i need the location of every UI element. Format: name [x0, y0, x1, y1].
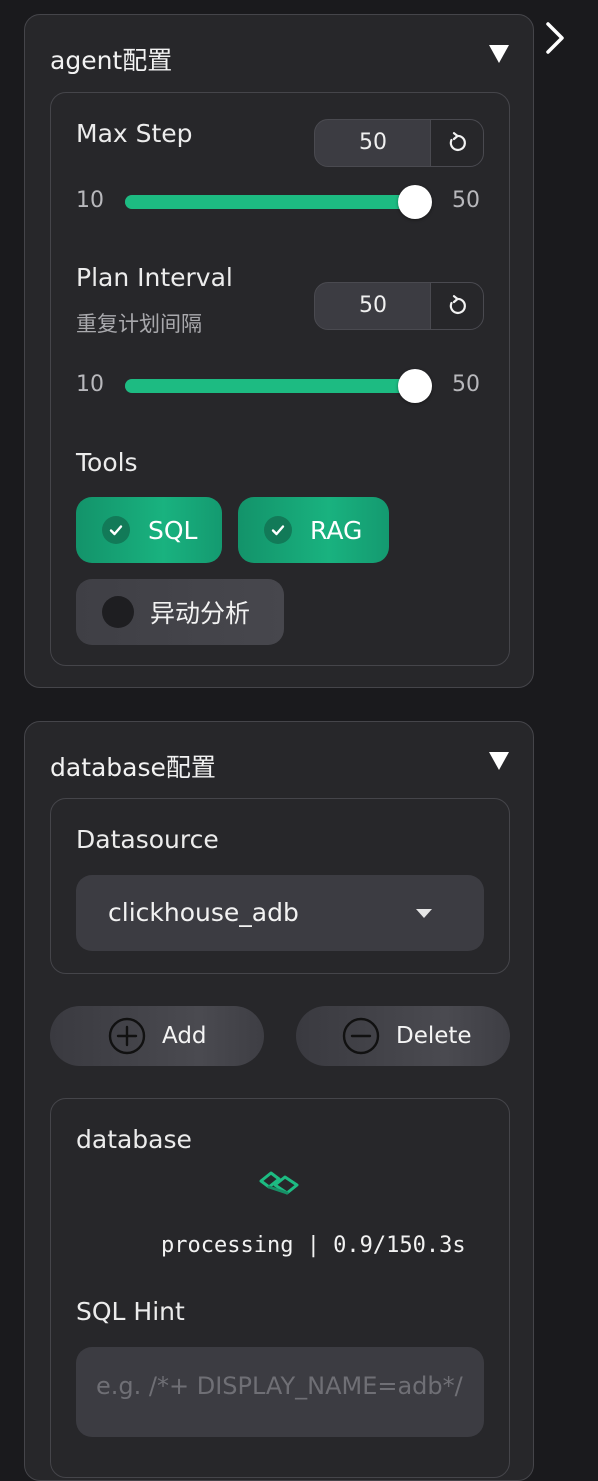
- add-button[interactable]: Add: [50, 1006, 264, 1066]
- plan-interval-label: Plan Interval: [76, 263, 233, 292]
- agent-settings-card: Max Step 50 10 50 Plan Interval 重复计划间隔 5…: [50, 92, 510, 666]
- plan-interval-sublabel: 重复计划间隔: [76, 312, 202, 336]
- database-section-card: database processing | 0.9/150.3s SQL Hin…: [50, 1098, 510, 1478]
- plan-interval-max-label: 50: [452, 372, 480, 397]
- plan-interval-reset-button[interactable]: [430, 283, 483, 329]
- collapse-toggle[interactable]: [540, 18, 574, 58]
- add-button-label: Add: [162, 1023, 207, 1049]
- max-step-label: Max Step: [76, 119, 193, 148]
- datasource-card: Datasource clickhouse_adb: [50, 798, 510, 974]
- collapse-caret-icon[interactable]: [489, 752, 509, 770]
- tool-chip-label: 异动分析: [150, 599, 251, 628]
- datasource-label: Datasource: [76, 825, 219, 854]
- sql-hint-placeholder: e.g. /*+ DISPLAY_NAME=adb*/: [96, 1372, 463, 1400]
- plan-interval-value[interactable]: 50: [315, 283, 431, 329]
- tools-label: Tools: [76, 448, 138, 477]
- max-step-max-label: 50: [452, 188, 480, 213]
- chevron-right-icon: [546, 22, 564, 54]
- delete-button-label: Delete: [396, 1023, 472, 1049]
- reset-icon: [449, 295, 466, 314]
- reset-icon: [449, 132, 466, 151]
- max-step-slider-thumb[interactable]: [398, 185, 432, 219]
- processing-status: processing | 0.9/150.3s: [161, 1233, 466, 1258]
- plan-interval-slider-fill: [125, 379, 415, 393]
- agent-config-title: agent配置: [50, 46, 173, 75]
- collapse-caret-icon[interactable]: [489, 45, 509, 63]
- check-icon: [264, 516, 292, 544]
- max-step-min-label: 10: [76, 188, 104, 213]
- plan-interval-slider-thumb[interactable]: [398, 369, 432, 403]
- sql-hint-input[interactable]: e.g. /*+ DISPLAY_NAME=adb*/: [76, 1347, 484, 1437]
- datasource-select[interactable]: clickhouse_adb: [76, 875, 484, 951]
- loading-spinner-icon: [257, 1171, 301, 1201]
- delete-button[interactable]: Delete: [296, 1006, 510, 1066]
- tool-chip-anomaly-analysis[interactable]: 异动分析: [76, 579, 284, 645]
- max-step-number-input[interactable]: 50: [314, 119, 484, 167]
- max-step-reset-button[interactable]: [430, 120, 483, 166]
- max-step-slider[interactable]: [125, 185, 432, 219]
- tool-chip-label: RAG: [310, 515, 363, 545]
- sql-hint-label: SQL Hint: [76, 1297, 185, 1326]
- plan-interval-min-label: 10: [76, 372, 104, 397]
- datasource-selected-value: clickhouse_adb: [108, 898, 299, 927]
- check-icon: [102, 516, 130, 544]
- unchecked-circle-icon: [102, 596, 134, 628]
- tool-chip-sql[interactable]: SQL: [76, 497, 222, 563]
- plus-circle-icon: [108, 1017, 146, 1055]
- plan-interval-number-input[interactable]: 50: [314, 282, 484, 330]
- database-section-label: database: [76, 1125, 192, 1154]
- tool-chip-label: SQL: [148, 515, 198, 545]
- dropdown-arrow-icon: [416, 909, 432, 918]
- plan-interval-slider[interactable]: [125, 369, 432, 403]
- minus-circle-icon: [342, 1017, 380, 1055]
- tool-chip-rag[interactable]: RAG: [238, 497, 389, 563]
- database-config-title: database配置: [50, 753, 216, 782]
- max-step-slider-fill: [125, 195, 415, 209]
- max-step-value[interactable]: 50: [315, 120, 431, 166]
- agent-config-panel: agent配置 Max Step 50 10 50 Plan Interval …: [24, 14, 534, 688]
